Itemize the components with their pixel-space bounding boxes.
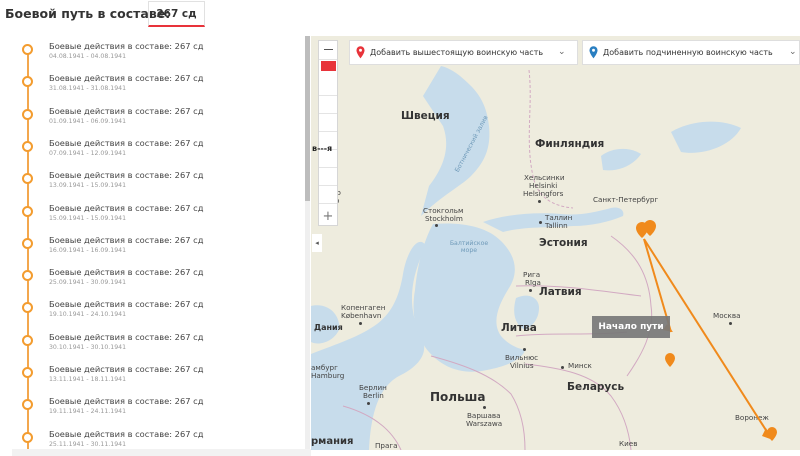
timeline-item[interactable]: Боевые действия в составе: 267 сд 16.09.1… bbox=[12, 235, 302, 267]
route-overlay bbox=[636, 220, 777, 441]
timeline-dot-icon bbox=[22, 108, 33, 120]
timeline-item-title: Боевые действия в составе: 267 сд bbox=[49, 331, 204, 342]
timeline-item[interactable]: Боевые действия в составе: 267 сд 04.08.1… bbox=[12, 41, 302, 73]
timeline-dot-icon bbox=[22, 431, 33, 443]
timeline-item-dates: 04.08.1941 - 04.08.1941 bbox=[49, 53, 127, 60]
timeline-item-title: Боевые действия в составе: 267 сд bbox=[49, 234, 204, 245]
timeline-dot-icon bbox=[22, 205, 33, 217]
route-marker-minsk[interactable] bbox=[665, 354, 675, 368]
timeline-item-title: Боевые действия в составе: 267 сд bbox=[49, 137, 204, 148]
unit-tab[interactable]: 267 сд bbox=[148, 1, 205, 27]
tool-cell-6[interactable] bbox=[319, 167, 337, 186]
timeline-item-title: Боевые действия в составе: 267 сд bbox=[49, 267, 204, 278]
timeline-item-dates: 25.11.1941 - 30.11.1941 bbox=[49, 440, 127, 448]
zoom-in-button[interactable]: + bbox=[319, 209, 337, 225]
timeline-item-dates: 01.09.1941 - 06.09.1941 bbox=[49, 117, 127, 125]
zoom-out-button[interactable] bbox=[319, 41, 337, 60]
timeline-dot-icon bbox=[22, 399, 33, 411]
timeline-item-dates: 13.11.1941 - 18.11.1941 bbox=[49, 376, 127, 383]
timeline-item-dates: 31.08.1941 - 31.08.1941 bbox=[49, 85, 127, 93]
route-marker-voronezh[interactable] bbox=[767, 430, 777, 444]
add-parent-dropdown[interactable]: Добавить вышестоящую воинскую часть ⌄ bbox=[349, 40, 578, 65]
route-start-marker[interactable] bbox=[633, 228, 639, 234]
chevron-down-icon: ⌄ bbox=[789, 47, 797, 57]
chevron-down-icon: ⌄ bbox=[558, 47, 566, 57]
timeline-item-title: Боевые действия в составе: 267 сд bbox=[49, 41, 204, 51]
blue-pin-icon bbox=[589, 46, 598, 59]
start-tooltip: Начало пути bbox=[592, 316, 670, 338]
tool-cell-3[interactable] bbox=[319, 113, 337, 132]
timeline-item[interactable]: Боевые действия в составе: 267 сд 01.09.1… bbox=[12, 106, 302, 138]
timeline-item-title: Боевые действия в составе: 267 сд bbox=[49, 105, 204, 116]
timeline-dot-icon bbox=[22, 367, 33, 378]
timeline-dot-icon bbox=[22, 237, 33, 249]
timeline-dot-icon bbox=[22, 173, 33, 185]
timeline-item[interactable]: Боевые действия в составе: 267 сд 13.09.1… bbox=[12, 170, 302, 202]
timeline-dot-icon bbox=[22, 270, 33, 282]
timeline-dot-icon bbox=[22, 302, 33, 314]
timeline-item-dates: 13.09.1941 - 15.09.1941 bbox=[49, 182, 127, 190]
timeline-item[interactable]: Боевые действия в составе: 267 сд 31.08.1… bbox=[12, 73, 302, 105]
timeline-item-title: Боевые действия в составе: 267 сд bbox=[49, 364, 204, 374]
timeline-item[interactable]: Боевые действия в составе: 267 сд 25.09.1… bbox=[12, 267, 302, 299]
timeline-item-dates: 19.11.1941 - 24.11.1941 bbox=[49, 408, 127, 416]
timeline-item[interactable]: Боевые действия в составе: 267 сд 25.11.1… bbox=[12, 429, 302, 450]
timeline-item[interactable]: Боевые действия в составе: 267 сд 07.09.1… bbox=[12, 138, 302, 170]
color-swatch[interactable] bbox=[321, 61, 336, 71]
timeline-dot-icon bbox=[22, 140, 33, 152]
timeline-item[interactable]: Боевые действия в составе: 267 сд 15.09.1… bbox=[12, 203, 302, 235]
minus-icon bbox=[324, 49, 333, 50]
timeline-item-dates: 25.09.1941 - 30.09.1941 bbox=[49, 279, 127, 287]
header: Боевой путь в составе: 267 сд bbox=[0, 0, 800, 30]
map-tool-strip: + bbox=[318, 40, 338, 226]
tool-cell-7[interactable] bbox=[319, 185, 337, 204]
add-parent-label: Добавить вышестоящую воинскую часть bbox=[370, 48, 544, 57]
map[interactable]: Швеция Финляндия Эстония Латвия Литва Бе… bbox=[311, 36, 800, 450]
map-legend-line-icon: в---я bbox=[312, 144, 333, 153]
timeline-item[interactable]: Боевые действия в составе: 267 сд 19.10.1… bbox=[12, 299, 302, 331]
timeline-item-dates: 16.09.1941 - 16.09.1941 bbox=[49, 246, 127, 254]
timeline-item[interactable]: Боевые действия в составе: 267 сд 30.10.1… bbox=[12, 332, 302, 364]
timeline-item-dates: 30.10.1941 - 30.10.1941 bbox=[49, 343, 127, 351]
timeline-item-title: Боевые действия в составе: 267 сд bbox=[49, 299, 204, 310]
timeline-item-dates: 19.10.1941 - 24.10.1941 bbox=[49, 311, 127, 319]
timeline-item-dates: 15.09.1941 - 15.09.1941 bbox=[49, 214, 127, 222]
timeline-panel: Боевые действия в составе: 267 сд 04.08.1… bbox=[12, 36, 311, 450]
add-child-label: Добавить подчиненную воинскую часть bbox=[603, 48, 773, 57]
timeline-item-dates: 07.09.1941 - 12.09.1941 bbox=[49, 149, 127, 157]
timeline-item[interactable]: Боевые действия в составе: 267 сд 19.11.1… bbox=[12, 396, 302, 428]
timeline-item-title: Боевые действия в составе: 267 сд bbox=[49, 202, 204, 213]
timeline-item-title: Боевые действия в составе: 267 сд bbox=[49, 396, 204, 407]
timeline-item-title: Боевые действия в составе: 267 сд bbox=[49, 428, 204, 439]
red-pin-icon bbox=[356, 46, 365, 59]
tool-cell-2[interactable] bbox=[319, 95, 337, 114]
collapse-panel-button[interactable]: ◂ bbox=[312, 234, 322, 252]
add-child-dropdown[interactable]: Добавить подчиненную воинскую часть ⌄ bbox=[582, 40, 800, 65]
panel-bottom-edge bbox=[12, 449, 311, 456]
timeline-item[interactable]: Боевые действия в составе: 267 сд 13.11.1… bbox=[12, 364, 302, 396]
timeline-item-title: Боевые действия в составе: 267 сд bbox=[49, 170, 204, 181]
tool-cell-1[interactable] bbox=[319, 77, 337, 96]
timeline-item-title: Боевые действия в составе: 267 сд bbox=[49, 73, 204, 84]
timeline-scrollbar-thumb[interactable] bbox=[305, 36, 310, 201]
timeline-dot-icon bbox=[22, 44, 33, 55]
timeline-dot-icon bbox=[22, 76, 33, 88]
page-title: Боевой путь в составе: bbox=[5, 6, 171, 21]
timeline-dot-icon bbox=[22, 334, 33, 346]
